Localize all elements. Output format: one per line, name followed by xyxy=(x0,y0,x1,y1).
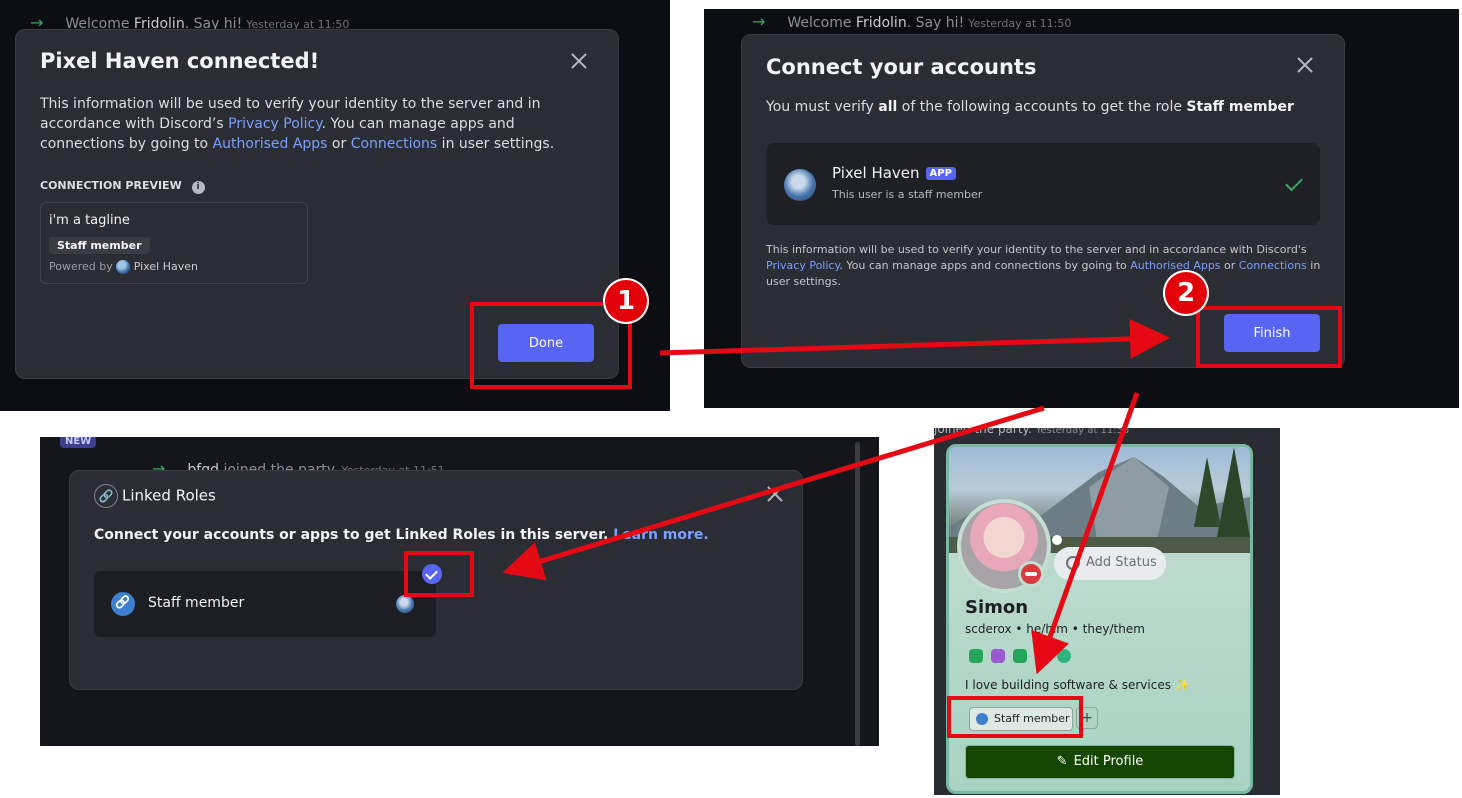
modal-description: This information will be used to verify … xyxy=(40,96,555,152)
connections-link[interactable]: Connections xyxy=(351,136,438,152)
connections-link[interactable]: Connections xyxy=(1239,259,1307,272)
smiley-icon xyxy=(1066,556,1080,570)
connection-preview-card: i'm a tagline Staff member Powered by Pi… xyxy=(40,202,308,284)
link-icon: 🔗 xyxy=(94,484,118,508)
account-description: This user is a staff member xyxy=(832,188,983,201)
linked-role-staff-member[interactable]: Staff member xyxy=(94,571,436,637)
modal-title: Connect your accounts xyxy=(766,55,1037,79)
close-icon[interactable] xyxy=(764,483,786,505)
thought-bubble-dot xyxy=(1052,535,1062,545)
privacy-policy-link[interactable]: Privacy Policy xyxy=(228,116,321,132)
edit-profile-button[interactable]: ✎ Edit Profile xyxy=(965,745,1235,779)
badge-code-icon[interactable] xyxy=(1013,648,1027,663)
do-not-disturb-status-icon xyxy=(1018,561,1044,587)
background-welcome-message: → Welcome Fridolin. Say hi! Yesterday at 1… xyxy=(752,12,1072,31)
powered-by: Powered by Pixel Haven xyxy=(49,260,198,274)
bio: I love building software & services ✨ xyxy=(965,678,1190,692)
profile-badges xyxy=(969,645,1079,664)
pixel-haven-app-icon xyxy=(396,595,414,613)
close-icon[interactable] xyxy=(568,50,590,72)
new-badge: NEW xyxy=(60,437,97,448)
learn-more-link[interactable]: Learn more. xyxy=(613,527,709,543)
add-status-button[interactable]: Add Status xyxy=(1054,547,1166,580)
pixel-haven-avatar-icon xyxy=(784,169,816,201)
step-1-badge: 1 xyxy=(603,278,649,324)
step-2-badge: 2 xyxy=(1163,270,1209,316)
badge-eye-icon[interactable] xyxy=(969,648,983,663)
account-name: Pixel Haven APP xyxy=(832,164,956,182)
display-name: Simon xyxy=(965,597,1029,618)
join-arrow-icon: → xyxy=(752,12,766,31)
close-icon[interactable] xyxy=(1294,54,1316,76)
badge-hashtag-icon[interactable] xyxy=(1057,648,1071,663)
linked-role-icon xyxy=(111,592,135,616)
modal-subtitle: You must verify all of the following acc… xyxy=(766,99,1294,115)
linked-role-name: Staff member xyxy=(148,595,245,611)
linked-roles-description: Connect your accounts or apps to get Lin… xyxy=(94,527,709,543)
annotation-box-check xyxy=(404,551,474,597)
authorised-apps-link[interactable]: Authorised Apps xyxy=(213,136,328,152)
info-icon[interactable]: i xyxy=(191,181,205,194)
preview-role-pill: Staff member xyxy=(49,237,150,254)
app-tag: APP xyxy=(925,167,956,180)
privacy-policy-link[interactable]: Privacy Policy xyxy=(766,259,839,272)
info-text: This information will be used to verify … xyxy=(766,243,1321,288)
scrollbar[interactable] xyxy=(855,442,860,746)
profile-card: Add Status Simon scderox • he/him • they… xyxy=(946,444,1253,794)
pencil-icon: ✎ xyxy=(1056,754,1068,769)
badge-leaf-icon[interactable] xyxy=(1035,648,1049,663)
username-pronouns: scderox • he/him • they/them xyxy=(965,622,1145,636)
annotation-box-finish xyxy=(1196,306,1342,368)
modal-title: Pixel Haven connected! xyxy=(40,49,320,73)
badge-shield-icon[interactable] xyxy=(991,648,1005,663)
authorised-apps-link[interactable]: Authorised Apps xyxy=(1130,259,1220,272)
connection-preview-heading: CONNECTION PREVIEW i xyxy=(40,179,205,194)
account-pixel-haven-row[interactable]: Pixel Haven APP This user is a staff memb… xyxy=(766,143,1320,225)
background-join-message: joined the party. Yesterday at 11:53 xyxy=(934,428,1130,436)
preview-tagline: i'm a tagline xyxy=(49,213,130,228)
pixel-haven-avatar-icon xyxy=(116,260,131,274)
annotation-box-role-chip xyxy=(947,696,1083,738)
verified-check-icon xyxy=(1285,173,1303,192)
modal-title: 🔗 Linked Roles xyxy=(94,484,216,508)
